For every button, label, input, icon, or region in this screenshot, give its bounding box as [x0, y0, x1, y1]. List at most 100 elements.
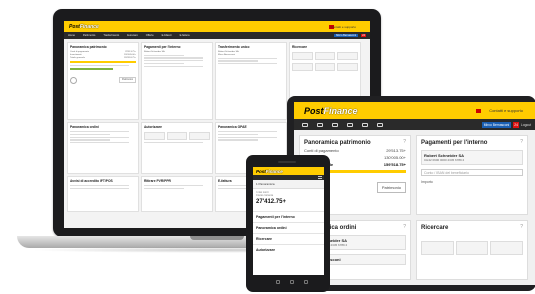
divider	[144, 54, 184, 56]
recent-apps-icon[interactable]	[304, 280, 308, 284]
divider	[70, 185, 130, 187]
home-icon[interactable]	[290, 280, 294, 284]
account-row: Robert Schneider SA	[144, 51, 165, 53]
card-title: Trasferimento unico	[218, 45, 250, 49]
divider	[70, 136, 130, 138]
divider	[218, 133, 258, 136]
card-title: Pagamenti per l'interno	[421, 140, 488, 146]
divider	[144, 187, 184, 190]
balance-row: Investimenti130'005.00+	[70, 54, 136, 56]
tile[interactable]	[337, 63, 359, 71]
support-link[interactable]: Contatti e supporto	[489, 108, 523, 113]
phone-screen: PostFinance 1 Panoramica I miei conti Co…	[253, 167, 324, 275]
document-icon[interactable]	[377, 122, 383, 127]
card-title: Autorizzare	[144, 125, 162, 129]
nav-item-eurocaro[interactable]: Eurocaro	[127, 34, 138, 37]
divider	[218, 131, 278, 133]
tile[interactable]	[166, 132, 188, 140]
divider	[218, 57, 278, 59]
tile[interactable]	[314, 63, 336, 71]
account-number: CH42 0900 0000 2345 6789 2	[424, 158, 465, 162]
postfinance-logo[interactable]: PostFinance	[256, 169, 283, 174]
auth-tiles	[144, 132, 211, 140]
iban-input[interactable]: Conto / IBAN del beneficiario	[421, 169, 523, 176]
patrimonio-button[interactable]: Patrimonio	[119, 76, 136, 83]
card-panoramica-patrimonio: Panoramica patrimonio Conti di pagamento…	[67, 42, 139, 120]
account-type-label: Conto corrente	[256, 194, 274, 197]
phone-nav	[253, 175, 324, 180]
card-title: Ricercare	[421, 225, 449, 231]
card-ritirare-pvr: Ritirare PVR/PPR	[141, 176, 213, 212]
card-trasferimento-unico: Trasferimento unico Robert Schneider SA …	[215, 42, 287, 120]
card-title: Panoramica patrimonio	[70, 45, 107, 49]
user-menu[interactable]: Mirco Bernasconi 24 Logout	[481, 121, 531, 128]
transfer-icon[interactable]	[332, 122, 338, 127]
tile[interactable]	[144, 132, 165, 140]
section-title: 1 Panoramica	[253, 180, 324, 189]
menu-icon[interactable]	[318, 176, 322, 179]
account-selector[interactable]: Robert Schneider SA CH42 0900 0000 2345 …	[421, 150, 523, 165]
tile[interactable]	[314, 52, 336, 60]
nav-item-ebilanci[interactable]: E-bilanci	[162, 34, 172, 37]
card-avvisi-accredito: Avvisi di accredito IFT/POS	[67, 176, 139, 212]
divider	[70, 65, 130, 67]
patrimonio-button[interactable]: Patrimonio	[376, 182, 406, 193]
help-icon[interactable]: ?	[403, 224, 406, 230]
home-icon[interactable]	[302, 122, 308, 127]
tile[interactable]	[337, 52, 359, 60]
notification-badge[interactable]: 24	[361, 34, 366, 37]
balance-row: Totale generale159'518.75+	[70, 57, 136, 59]
tablet-header: PostFinance Contatti e supporto	[294, 102, 535, 119]
progress-bar	[70, 67, 113, 70]
logout-link[interactable]: Logout	[521, 123, 531, 127]
nav-item-trasferimento[interactable]: Trasferimento	[103, 34, 119, 37]
card-title: Panoramica patrimonio	[304, 140, 371, 146]
menu-item-pagamenti[interactable]: Pagamenti per l'interno	[253, 211, 324, 222]
nav-item-efattura[interactable]: E-fattura	[180, 34, 190, 37]
tablet-screen: PostFinance Contatti e supporto Mirco Be…	[294, 102, 535, 285]
tile[interactable]	[189, 132, 211, 140]
offer-icon[interactable]	[362, 122, 368, 127]
card-icon[interactable]	[347, 122, 353, 127]
help-icon[interactable]: ?	[403, 139, 406, 145]
help-icon[interactable]: ?	[520, 224, 523, 230]
nav-item-patrimonio[interactable]: Patrimonio	[83, 34, 95, 37]
support-link[interactable]: Contatti e supporto	[331, 25, 356, 29]
divider	[70, 139, 110, 141]
divider	[218, 60, 258, 62]
tile[interactable]	[292, 63, 313, 71]
tile[interactable]	[292, 52, 313, 60]
nav-item-home[interactable]: Home	[68, 34, 75, 37]
language-flag-icon[interactable]	[476, 108, 481, 113]
help-icon[interactable]: ?	[520, 139, 523, 145]
tablet-dashboard-grid: Panoramica patrimonio ? Conti di pagamen…	[294, 130, 535, 280]
balance-bar	[70, 61, 136, 63]
menu-item-ricercare[interactable]: Ricercare	[253, 233, 324, 244]
user-menu[interactable]: Mirco Bernasconi 24	[334, 34, 366, 37]
divider	[144, 65, 204, 67]
card-pagamenti-interno: Pagamenti per l'interno ? Robert Schneid…	[416, 135, 528, 215]
menu-item-ordini[interactable]: Panoramica ordini	[253, 222, 324, 233]
tablet-nav: Mirco Bernasconi 24 Logout	[294, 119, 535, 130]
divider	[70, 133, 110, 136]
notification-badge[interactable]: 24	[513, 121, 519, 128]
postfinance-logo[interactable]: PostFinance	[304, 106, 358, 116]
divider	[144, 62, 184, 65]
search-tiles	[292, 52, 359, 60]
search-icon[interactable]	[70, 76, 77, 84]
wallet-icon[interactable]	[317, 122, 323, 127]
tile[interactable]	[421, 241, 454, 255]
card-autorizzare: Autorizzare	[141, 122, 213, 174]
nav-item-offerte[interactable]: Offerte	[146, 34, 154, 37]
user-name[interactable]: Mirco Bernasconi	[481, 121, 512, 128]
tile[interactable]	[455, 241, 489, 255]
back-icon[interactable]	[276, 280, 280, 284]
divider	[218, 139, 258, 141]
amount-label: Importo	[421, 180, 433, 184]
postfinance-logo[interactable]: PostFinance	[69, 24, 99, 30]
search-tiles	[421, 241, 524, 255]
user-name[interactable]: Mirco Bernasconi	[334, 34, 359, 37]
menu-item-autorizzare[interactable]: Autorizzare	[253, 244, 324, 255]
phone-nav-buttons	[276, 280, 308, 284]
tile[interactable]	[490, 241, 524, 255]
